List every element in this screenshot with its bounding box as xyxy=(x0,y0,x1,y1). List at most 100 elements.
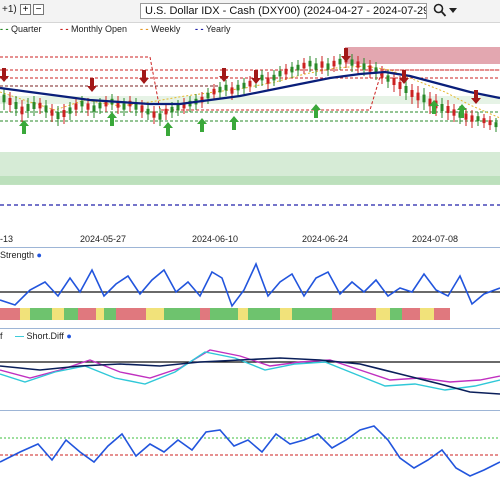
buy-arrow-icon xyxy=(19,120,29,134)
zoom-out-button[interactable]: − xyxy=(33,4,44,15)
strength-heat-cell xyxy=(210,308,238,320)
candle-body xyxy=(260,74,264,81)
candle-body xyxy=(332,60,336,67)
candle-body xyxy=(296,64,300,71)
strength-heat-cell xyxy=(146,308,164,320)
candle-body xyxy=(284,68,288,75)
legend-item-yearly: - - Yearly xyxy=(195,24,231,34)
sell-arrow-icon xyxy=(87,78,97,92)
buy-arrow-icon xyxy=(197,118,207,132)
candle-body xyxy=(20,106,24,115)
candle-body xyxy=(98,102,102,109)
zoom-in-button[interactable]: + xyxy=(20,4,31,15)
buy-arrow-icon xyxy=(229,116,239,130)
strength-heat-cell xyxy=(116,308,146,320)
candle-body xyxy=(320,61,324,68)
candle-body xyxy=(350,59,354,66)
candle-body xyxy=(392,78,396,85)
candle-body xyxy=(488,120,492,126)
candle-body xyxy=(32,102,36,109)
candle-body xyxy=(338,58,342,65)
strength-heat-cell xyxy=(238,308,248,320)
diff-cyan-line xyxy=(0,351,500,391)
quarter-zone xyxy=(0,176,500,185)
candle-body xyxy=(386,75,390,82)
strength-heat-cell xyxy=(402,308,420,320)
diff-indicator-panel[interactable] xyxy=(0,331,500,409)
candle-body xyxy=(122,103,126,110)
candle-body xyxy=(218,86,222,93)
strength-heat-cell xyxy=(20,308,30,320)
candle-body xyxy=(80,100,84,107)
candle-body xyxy=(410,90,414,97)
strength-heat-cell xyxy=(78,308,96,320)
candle-body xyxy=(2,94,6,103)
symbol-input[interactable]: U.S. Dollar IDX - Cash (DXY00) (2024-04-… xyxy=(140,3,427,19)
candle-body xyxy=(170,106,174,113)
x-axis-label: 2024-07-08 xyxy=(412,234,459,244)
candle-body xyxy=(14,102,18,109)
candle-body xyxy=(62,110,66,117)
strength-heat-cell xyxy=(420,308,434,320)
candle-body xyxy=(278,70,282,77)
candle-body xyxy=(464,113,468,120)
candle-body xyxy=(452,109,456,116)
candle-body xyxy=(50,109,54,116)
sell-arrow-icon xyxy=(251,70,261,84)
candle-body xyxy=(230,87,234,94)
price-chart[interactable] xyxy=(0,36,500,246)
candle-body xyxy=(308,60,312,67)
candle-body xyxy=(290,66,294,73)
candle-body xyxy=(74,103,78,110)
strength-indicator-panel[interactable] xyxy=(0,250,500,328)
candle-body xyxy=(92,105,96,112)
candle-body xyxy=(368,65,372,72)
x-axis-label: 2024-06-24 xyxy=(302,234,349,244)
candle-body xyxy=(404,86,408,93)
chevron-down-icon[interactable] xyxy=(449,6,457,14)
candle-body xyxy=(314,63,318,70)
oscillator-indicator-panel[interactable] xyxy=(0,411,500,501)
candle-body xyxy=(44,105,48,112)
candle-body xyxy=(476,116,480,122)
candle-body xyxy=(224,84,228,91)
strength-heat-cell xyxy=(390,308,402,320)
candle-body xyxy=(494,122,498,128)
candle-body xyxy=(86,103,90,110)
strength-heat-cell xyxy=(292,308,332,320)
candle-body xyxy=(38,102,42,109)
buy-arrow-icon xyxy=(163,122,173,136)
candle-body xyxy=(206,92,210,99)
strength-heat-cell xyxy=(30,308,52,320)
legend-item-weekly: - - Weekly xyxy=(140,24,181,34)
candle-body xyxy=(422,94,426,103)
buy-arrow-icon xyxy=(107,112,117,126)
oscillator-line xyxy=(0,425,500,477)
strength-heat-cell xyxy=(104,308,116,320)
candle-body xyxy=(158,113,162,120)
candle-body xyxy=(362,63,366,70)
legend-item-quarter: - - Quarter xyxy=(0,24,42,34)
candle-body xyxy=(416,92,420,101)
panel-separator xyxy=(0,247,500,248)
strength-heat-cell xyxy=(164,308,200,320)
chart-toolbar: +1) + − U.S. Dollar IDX - Cash (DXY00) (… xyxy=(0,0,500,23)
strength-heat-cell xyxy=(96,308,104,320)
candle-body xyxy=(236,84,240,91)
legend-item-monthly-open: - - Monthly Open xyxy=(60,24,128,34)
candle-body xyxy=(212,88,216,95)
candle-body xyxy=(68,107,72,114)
search-icon[interactable] xyxy=(433,3,447,18)
candle-body xyxy=(248,80,252,87)
candle-body xyxy=(152,111,156,118)
candle-body xyxy=(176,104,180,111)
candle-body xyxy=(8,98,12,105)
candle-body xyxy=(398,82,402,89)
strength-heat-cell xyxy=(200,308,210,320)
strength-heat-cell xyxy=(248,308,280,320)
buy-arrow-icon xyxy=(311,104,321,118)
strength-heat-cell xyxy=(52,308,64,320)
candle-body xyxy=(326,63,330,70)
candle-body xyxy=(446,106,450,113)
panel-separator xyxy=(0,328,500,329)
